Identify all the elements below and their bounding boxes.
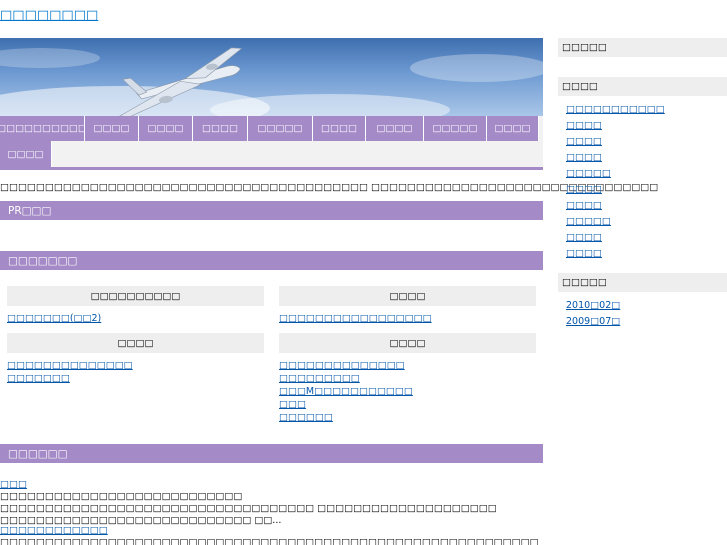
category-link[interactable]: □□□ [279, 400, 536, 410]
category-link[interactable]: □□□M□□□□□□□□□□□ [279, 387, 536, 397]
archive-link[interactable]: 2010□02□ [566, 300, 727, 311]
sidebar-categories-heading: □□□□ [558, 77, 727, 96]
sidebar-link[interactable]: □□□□ [566, 248, 727, 259]
category-link[interactable]: □□□□□□□ [7, 374, 264, 384]
nav-item-5[interactable]: □□□□□ [248, 116, 313, 141]
nav-item-4[interactable]: □□□□ [193, 116, 248, 141]
category-title: □□□□ [7, 333, 264, 353]
hero-banner [0, 38, 543, 116]
article-entry: □□□□□□□□□□□□ □□□□□□□□□□□□□□□□□□□□□□□□□□□… [0, 525, 543, 545]
sidebar-category-list: □□□□□□□□□□□ □□□□ □□□□ □□□□ □□□□□ □□□□ □□… [558, 96, 727, 259]
category-title: □□□□ [279, 286, 536, 306]
category-box: □□□□ □□□□□□□□□□□□□□ □□□□□□□ [7, 333, 264, 384]
sidebar-link[interactable]: □□□□□ [566, 168, 727, 179]
nav-item-9[interactable]: □□□□ [487, 116, 539, 141]
nav-item-2[interactable]: □□□□ [85, 116, 139, 141]
sidebar-link[interactable]: □□□□□□□□□□□ [566, 104, 727, 115]
category-title: □□□□□□□□□□ [7, 286, 264, 306]
category-box: □□□□ □□□□□□□□□□□□□□ □□□□□□□□□ □□□M□□□□□□… [279, 333, 536, 423]
article-excerpt: □□□□□□□□□□□□□□□□□□□□□□□□□□□□□□□□□□□□□□□□… [0, 537, 539, 545]
sidebar-link[interactable]: □□□□ [566, 136, 727, 147]
sidebar: □□□□□ □□□□ □□□□□□□□□□□ □□□□ □□□□ □□□□ □□… [558, 38, 727, 327]
nav-item-7[interactable]: □□□□ [366, 116, 424, 141]
category-link[interactable]: □□□□□□ [279, 413, 536, 423]
main-navigation: □□□□□□□□□□ □□□□ □□□□ □□□□ □□□□□ □□□□ □□□… [0, 116, 543, 170]
article-excerpt: □□□□□□□□□□□□□□□□□□□□□□□□□□□ □□□□□□□□□□□□… [0, 491, 497, 526]
airplane-icon [0, 47, 543, 116]
sidebar-link[interactable]: □□□□ [566, 232, 727, 243]
sidebar-link[interactable]: □□□□ [566, 200, 727, 211]
sidebar-link[interactable]: □□□□ [566, 152, 727, 163]
sidebar-archive-list: 2010□02□ 2009□07□ [558, 292, 727, 327]
recent-section-heading: □□□□□□ [0, 444, 543, 463]
category-link[interactable]: □□□□□□□□□□□□□□ [7, 361, 264, 371]
article-entry: □□□ □□□□□□□□□□□□□□□□□□□□□□□□□□□ □□□□□□□□… [0, 479, 543, 527]
sidebar-link[interactable]: □□□□□ [566, 216, 727, 227]
sidebar-archive-heading: □□□□□ [558, 273, 727, 292]
pr-section-heading: PR□□□ [0, 201, 543, 220]
archive-link[interactable]: 2009□07□ [566, 316, 727, 327]
nav-item-6[interactable]: □□□□ [313, 116, 366, 141]
category-link[interactable]: □□□□□□□□□□□□□□ [279, 361, 536, 371]
sidebar-link[interactable]: □□□□ [566, 184, 727, 195]
site-title-link[interactable]: □□□□□□□□ [0, 8, 98, 23]
nav-item-1[interactable]: □□□□□□□□□□ [0, 116, 87, 141]
category-link[interactable]: □□□□□□□(□□2) [7, 314, 264, 324]
categories-section-heading: □□□□□□□ [0, 251, 543, 270]
sidebar-box-heading: □□□□□ [558, 38, 727, 57]
category-link[interactable]: □□□□□□□□□□□□□□□□□ [279, 314, 536, 324]
nav-item-3[interactable]: □□□□ [139, 116, 193, 141]
sidebar-link[interactable]: □□□□ [566, 120, 727, 131]
article-title-link[interactable]: □□□ [0, 479, 543, 491]
article-title-link[interactable]: □□□□□□□□□□□□ [0, 525, 543, 537]
nav-item-10[interactable]: □□□□ [0, 141, 52, 167]
nav-item-8[interactable]: □□□□□ [424, 116, 487, 141]
category-box: □□□□ □□□□□□□□□□□□□□□□□ [279, 286, 536, 324]
category-link[interactable]: □□□□□□□□□ [279, 374, 536, 384]
category-box: □□□□□□□□□□ □□□□□□□(□□2) [7, 286, 264, 324]
category-title: □□□□ [279, 333, 536, 353]
